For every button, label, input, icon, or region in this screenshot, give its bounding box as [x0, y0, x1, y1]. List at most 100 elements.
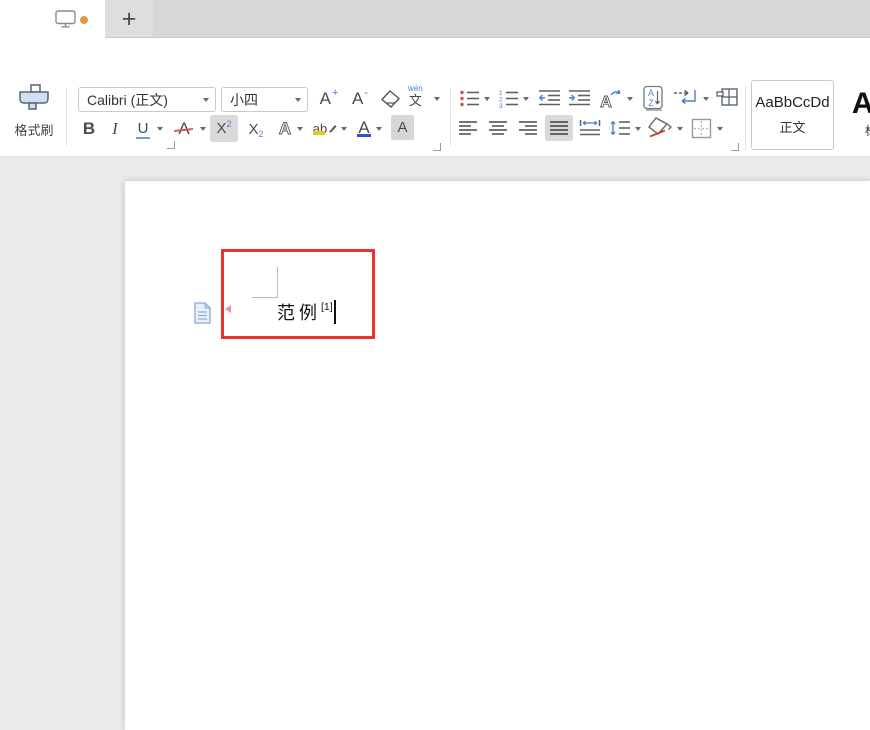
- window-tab-bar: +: [0, 0, 870, 38]
- character-shading-letter: A: [397, 119, 407, 136]
- group-divider: [66, 88, 67, 146]
- style-heading-label: 标: [865, 122, 870, 139]
- format-painter-button[interactable]: 格式刷: [8, 84, 60, 146]
- strikethrough-button[interactable]: A: [172, 117, 196, 141]
- pinyin-annotation: wén: [408, 85, 423, 93]
- character-shading-button[interactable]: A: [391, 115, 414, 140]
- style-heading-clipped[interactable]: Aa 标: [836, 80, 870, 148]
- subscript-button[interactable]: X 2: [243, 117, 269, 141]
- font-size-select[interactable]: 小四: [221, 87, 308, 112]
- svg-text:3: 3: [499, 103, 503, 108]
- style-normal-preview: AaBbCcDd: [755, 94, 829, 111]
- font-size-value: 小四: [222, 90, 295, 110]
- increase-font-size-button[interactable]: A +: [315, 87, 343, 111]
- shading-dropdown[interactable]: [677, 127, 683, 131]
- increase-font-letter: A: [320, 89, 331, 109]
- numbered-list-dropdown[interactable]: [523, 97, 529, 101]
- style-heading-preview: Aa: [852, 89, 870, 119]
- text-effects-button[interactable]: A: [274, 115, 296, 141]
- underline-button[interactable]: U: [132, 117, 154, 141]
- outlined-a-icon: A: [275, 117, 295, 139]
- font-family-select[interactable]: Calibri (正文): [78, 87, 216, 112]
- line-spacing-icon: [609, 119, 631, 137]
- numbered-list-button[interactable]: 1 2 3: [497, 88, 519, 108]
- shading-button[interactable]: [646, 115, 674, 139]
- clear-formatting-button[interactable]: [378, 88, 402, 110]
- document-text-line[interactable]: 范例 [1]: [277, 300, 336, 326]
- bold-letter: B: [83, 119, 95, 139]
- superscript-button-active[interactable]: X 2: [210, 115, 238, 142]
- paragraph-layout-button[interactable]: [715, 86, 739, 108]
- subscript-number: 2: [259, 129, 264, 139]
- font-family-dropdown-arrow[interactable]: [203, 98, 209, 102]
- distribute-button[interactable]: [579, 118, 601, 137]
- new-tab-button[interactable]: +: [116, 2, 142, 36]
- tab-strip-background: [105, 0, 870, 38]
- decrease-indent-button[interactable]: [537, 88, 561, 108]
- annotation-red-tick: [225, 305, 231, 313]
- text-wrap-button[interactable]: [672, 88, 698, 108]
- minus-sign: -: [364, 87, 368, 99]
- align-left-button[interactable]: [458, 119, 478, 136]
- numbered-list-icon: 1 2 3: [498, 89, 519, 108]
- text-tool-button[interactable]: A: [597, 86, 623, 110]
- style-normal-label: 正文: [779, 117, 805, 136]
- sort-button[interactable]: A Z: [641, 84, 665, 112]
- borders-grid-icon: [691, 118, 712, 139]
- italic-button[interactable]: I: [106, 117, 124, 141]
- strikethrough-dropdown[interactable]: [200, 127, 206, 131]
- svg-text:Z: Z: [648, 98, 654, 108]
- highlight-pen-icon: [328, 123, 337, 133]
- svg-text:A: A: [600, 94, 612, 110]
- font-color-dropdown[interactable]: [376, 127, 382, 131]
- distribute-icon: [579, 119, 601, 137]
- svg-text:A: A: [279, 119, 291, 138]
- text-tool-dropdown[interactable]: [627, 97, 633, 101]
- phonetic-guide-dropdown[interactable]: [434, 97, 440, 101]
- increase-indent-button[interactable]: [567, 88, 591, 108]
- line-spacing-dropdown[interactable]: [635, 127, 641, 131]
- group-divider: [745, 86, 746, 150]
- wps-writer-window: + 开始 插入 页面布局 引用 审阅 视图 章节 开 格式刷 Calibri (…: [0, 0, 870, 730]
- decrease-font-letter: A: [352, 89, 363, 109]
- bullet-list-icon: [459, 89, 480, 108]
- borders-dropdown[interactable]: [717, 127, 723, 131]
- phonetic-guide-button[interactable]: wén 文: [408, 85, 423, 107]
- align-center-button[interactable]: [488, 119, 508, 136]
- bullet-list-button[interactable]: [458, 88, 480, 108]
- pinyin-character: 文: [409, 94, 422, 107]
- justify-button-active[interactable]: [545, 115, 573, 141]
- paint-bucket-icon: [646, 116, 674, 139]
- decrease-font-size-button[interactable]: A -: [347, 87, 373, 111]
- font-size-dropdown-arrow[interactable]: [295, 98, 301, 102]
- a-with-arrow-icon: A: [598, 87, 623, 110]
- highlight-dropdown[interactable]: [341, 127, 347, 131]
- highlight-color-button[interactable]: ab: [312, 114, 338, 142]
- font-color-button[interactable]: A: [354, 115, 374, 141]
- justify-icon: [549, 120, 569, 136]
- margin-document-icon[interactable]: [192, 302, 213, 324]
- text-effects-dropdown[interactable]: [297, 127, 303, 131]
- increase-indent-icon: [568, 89, 591, 107]
- body-text[interactable]: 范例: [277, 300, 321, 326]
- endnote-reference-mark[interactable]: [1]: [321, 301, 333, 313]
- align-left-icon: [458, 120, 478, 136]
- font-dialog-launcher[interactable]: [433, 143, 441, 151]
- align-center-icon: [488, 120, 508, 136]
- line-spacing-button[interactable]: [609, 118, 631, 137]
- clipboard-dialog-launcher[interactable]: [167, 141, 175, 149]
- az-sort-icon: A Z: [642, 85, 665, 112]
- style-normal[interactable]: AaBbCcDd 正文: [751, 80, 834, 150]
- align-right-button[interactable]: [518, 119, 538, 136]
- borders-button[interactable]: [690, 117, 712, 139]
- underline-dropdown[interactable]: [157, 127, 163, 131]
- decrease-indent-icon: [538, 89, 561, 107]
- text-wrap-dropdown[interactable]: [703, 97, 709, 101]
- group-divider: [450, 88, 451, 146]
- document-workspace: [0, 157, 870, 730]
- pane-layout-icon: [716, 87, 739, 108]
- superscript-letter: X: [216, 120, 226, 137]
- bullet-list-dropdown[interactable]: [484, 97, 490, 101]
- paragraph-dialog-launcher[interactable]: [731, 143, 739, 151]
- bold-button[interactable]: B: [78, 117, 100, 141]
